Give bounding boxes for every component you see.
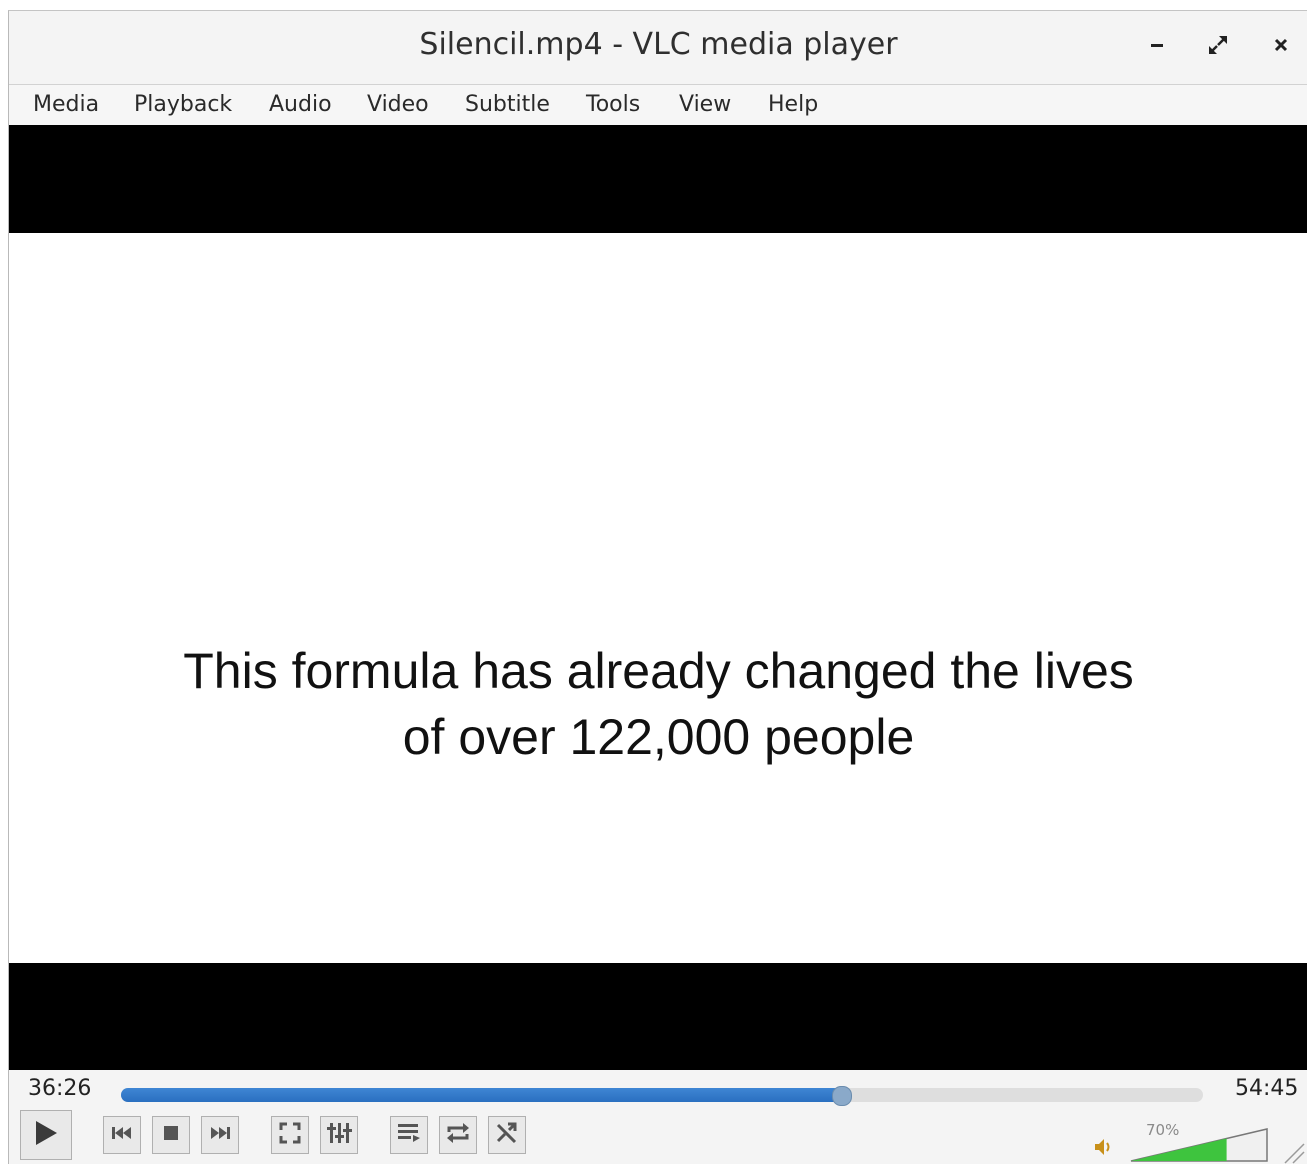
fullscreen-button[interactable]	[271, 1116, 309, 1154]
title-bar[interactable]: Silencil.mp4 - VLC media player	[9, 11, 1307, 85]
stop-button[interactable]	[152, 1116, 190, 1154]
menu-media[interactable]: Media	[33, 92, 99, 117]
fullscreen-icon	[279, 1122, 301, 1148]
menu-bar: Media Playback Audio Video Subtitle Tool…	[9, 85, 1307, 125]
shuffle-icon	[495, 1121, 519, 1149]
caption-line-1: This formula has already changed the liv…	[183, 643, 1134, 699]
menu-tools[interactable]: Tools	[586, 92, 640, 117]
play-icon	[33, 1119, 59, 1151]
loop-icon	[445, 1121, 471, 1149]
previous-icon	[110, 1125, 134, 1145]
minimize-icon	[1149, 37, 1165, 57]
caption-line-2: of over 122,000 people	[402, 709, 915, 765]
menu-video[interactable]: Video	[367, 92, 429, 117]
extended-settings-button[interactable]	[320, 1116, 358, 1154]
total-time[interactable]: 54:45	[1235, 1076, 1298, 1101]
menu-subtitle[interactable]: Subtitle	[465, 92, 550, 117]
video-area[interactable]: This formula has already changed the liv…	[9, 125, 1307, 1070]
previous-button[interactable]	[103, 1116, 141, 1154]
minimize-button[interactable]	[1139, 31, 1175, 63]
next-button[interactable]	[201, 1116, 239, 1154]
loop-button[interactable]	[439, 1116, 477, 1154]
speaker-icon	[1093, 1139, 1115, 1162]
playlist-icon	[397, 1122, 421, 1148]
seek-bar[interactable]	[121, 1086, 1203, 1106]
video-caption: This formula has already changed the liv…	[9, 638, 1307, 770]
seek-progress	[121, 1088, 842, 1102]
menu-playback[interactable]: Playback	[134, 92, 232, 117]
play-button[interactable]	[20, 1110, 72, 1160]
close-button[interactable]	[1263, 31, 1299, 63]
next-icon	[208, 1125, 232, 1145]
video-frame: This formula has already changed the liv…	[9, 233, 1307, 963]
close-icon	[1273, 37, 1289, 57]
stop-icon	[163, 1125, 179, 1145]
equalizer-icon	[326, 1121, 352, 1149]
menu-audio[interactable]: Audio	[269, 92, 332, 117]
menu-help[interactable]: Help	[768, 92, 818, 117]
elapsed-time[interactable]: 36:26	[28, 1076, 91, 1101]
resize-grip[interactable]	[1281, 1140, 1305, 1164]
playlist-button[interactable]	[390, 1116, 428, 1154]
menu-view[interactable]: View	[679, 92, 731, 117]
vlc-window: Silencil.mp4 - VLC media player Media Pl…	[8, 10, 1307, 1164]
control-panel: 36:26 54:45 70%	[9, 1070, 1307, 1164]
maximize-button[interactable]	[1200, 31, 1236, 63]
volume-slider[interactable]	[1130, 1128, 1268, 1162]
maximize-icon	[1207, 34, 1229, 60]
mute-button[interactable]	[1093, 1136, 1115, 1158]
window-title: Silencil.mp4 - VLC media player	[419, 27, 898, 62]
shuffle-button[interactable]	[488, 1116, 526, 1154]
seek-handle[interactable]	[832, 1086, 853, 1106]
